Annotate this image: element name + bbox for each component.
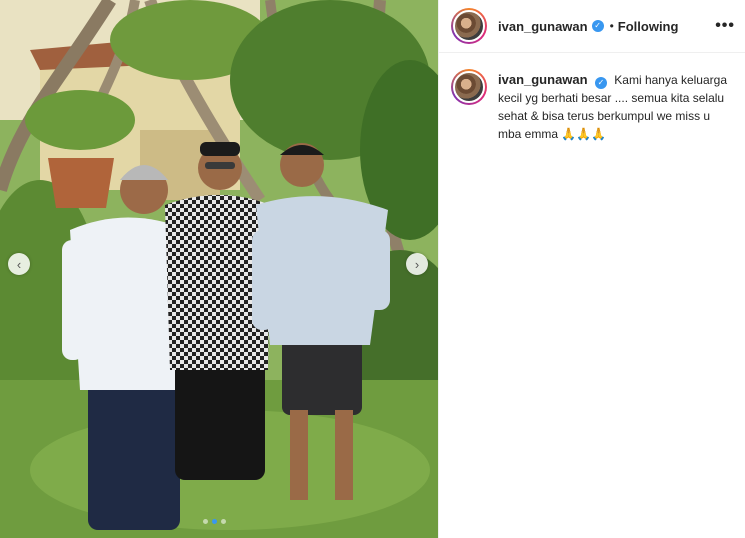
avatar[interactable] bbox=[451, 8, 487, 44]
carousel-dot bbox=[203, 519, 208, 524]
carousel-indicator bbox=[203, 519, 226, 524]
caption-text-block: ivan_gunawan ✓ Kami hanya keluarga kecil… bbox=[498, 71, 733, 143]
following-button[interactable]: Following bbox=[618, 19, 679, 34]
chevron-right-icon: › bbox=[414, 256, 420, 272]
separator-dot: • bbox=[609, 19, 614, 33]
post-photo[interactable]: ‹ › bbox=[0, 0, 438, 538]
carousel-prev-button[interactable]: ‹ bbox=[8, 253, 30, 275]
post-caption: ivan_gunawan ✓ Kami hanya keluarga kecil… bbox=[439, 53, 745, 143]
caption-avatar[interactable] bbox=[451, 69, 487, 105]
verified-badge-icon: ✓ bbox=[594, 77, 607, 89]
carousel-next-button[interactable]: › bbox=[406, 253, 428, 275]
chevron-left-icon: ‹ bbox=[16, 256, 22, 272]
username-link[interactable]: ivan_gunawan bbox=[498, 19, 588, 34]
carousel-dot-active bbox=[212, 519, 217, 524]
caption-username-link[interactable]: ivan_gunawan bbox=[498, 72, 588, 87]
more-options-icon[interactable]: ••• bbox=[715, 17, 735, 35]
carousel-dot bbox=[221, 519, 226, 524]
post-header: ivan_gunawan ✓ • Following ••• bbox=[439, 0, 745, 53]
verified-badge-icon: ✓ bbox=[591, 20, 604, 32]
photo-scene bbox=[0, 0, 438, 538]
post-side-panel: ivan_gunawan ✓ • Following ••• ivan_guna… bbox=[438, 0, 745, 538]
